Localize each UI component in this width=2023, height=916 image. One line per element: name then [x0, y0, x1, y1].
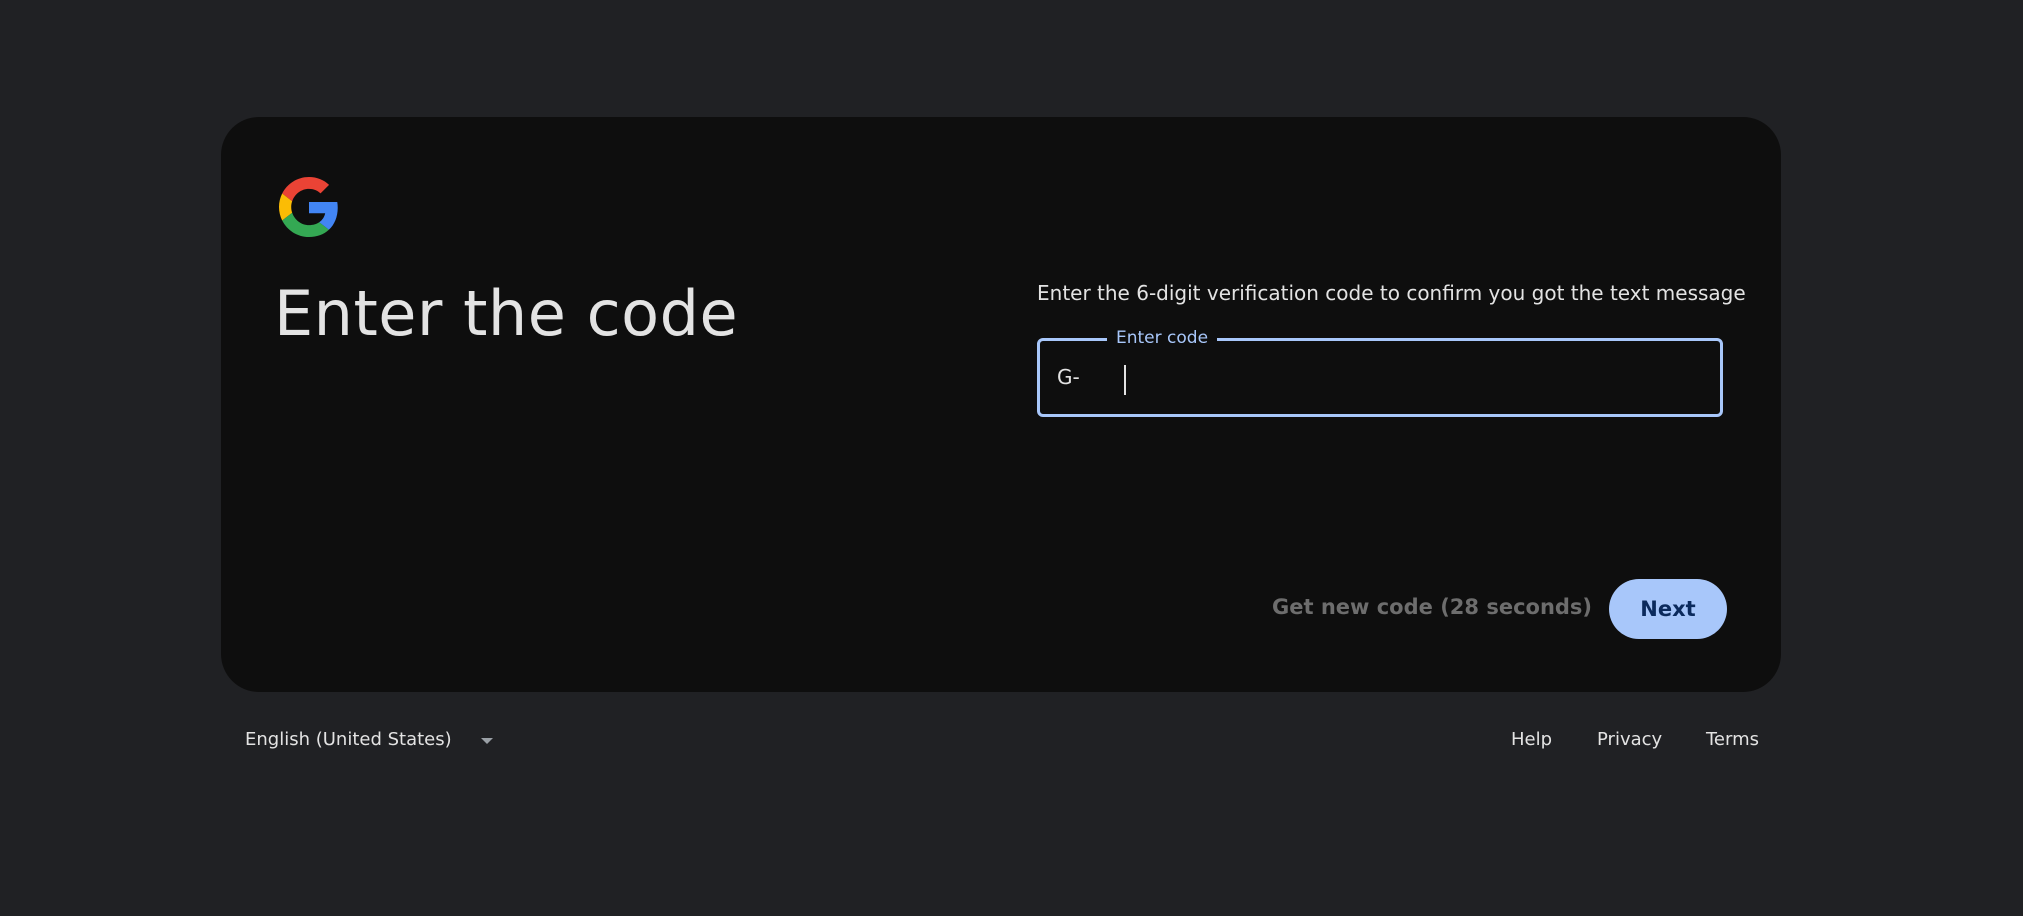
language-selector[interactable]: English (United States) — [245, 729, 452, 750]
verification-instructions: Enter the 6-digit verification code to c… — [1037, 281, 1746, 305]
footer: English (United States) Help Privacy Ter… — [0, 729, 2023, 755]
signin-card: Enter the code Enter the 6-digit verific… — [221, 117, 1781, 692]
code-input-field[interactable]: Enter code G- — [1037, 328, 1723, 417]
text-cursor — [1124, 365, 1126, 395]
get-new-code-button[interactable]: Get new code (28 seconds) — [1272, 595, 1592, 619]
terms-link[interactable]: Terms — [1706, 729, 1759, 750]
privacy-link[interactable]: Privacy — [1597, 729, 1662, 750]
chevron-down-icon[interactable] — [481, 738, 493, 744]
next-button[interactable]: Next — [1609, 579, 1727, 639]
code-prefix: G- — [1057, 365, 1080, 389]
page-title: Enter the code — [274, 277, 739, 350]
code-field-label: Enter code — [1107, 328, 1218, 348]
help-link[interactable]: Help — [1511, 729, 1552, 750]
google-logo-icon — [279, 177, 338, 237]
